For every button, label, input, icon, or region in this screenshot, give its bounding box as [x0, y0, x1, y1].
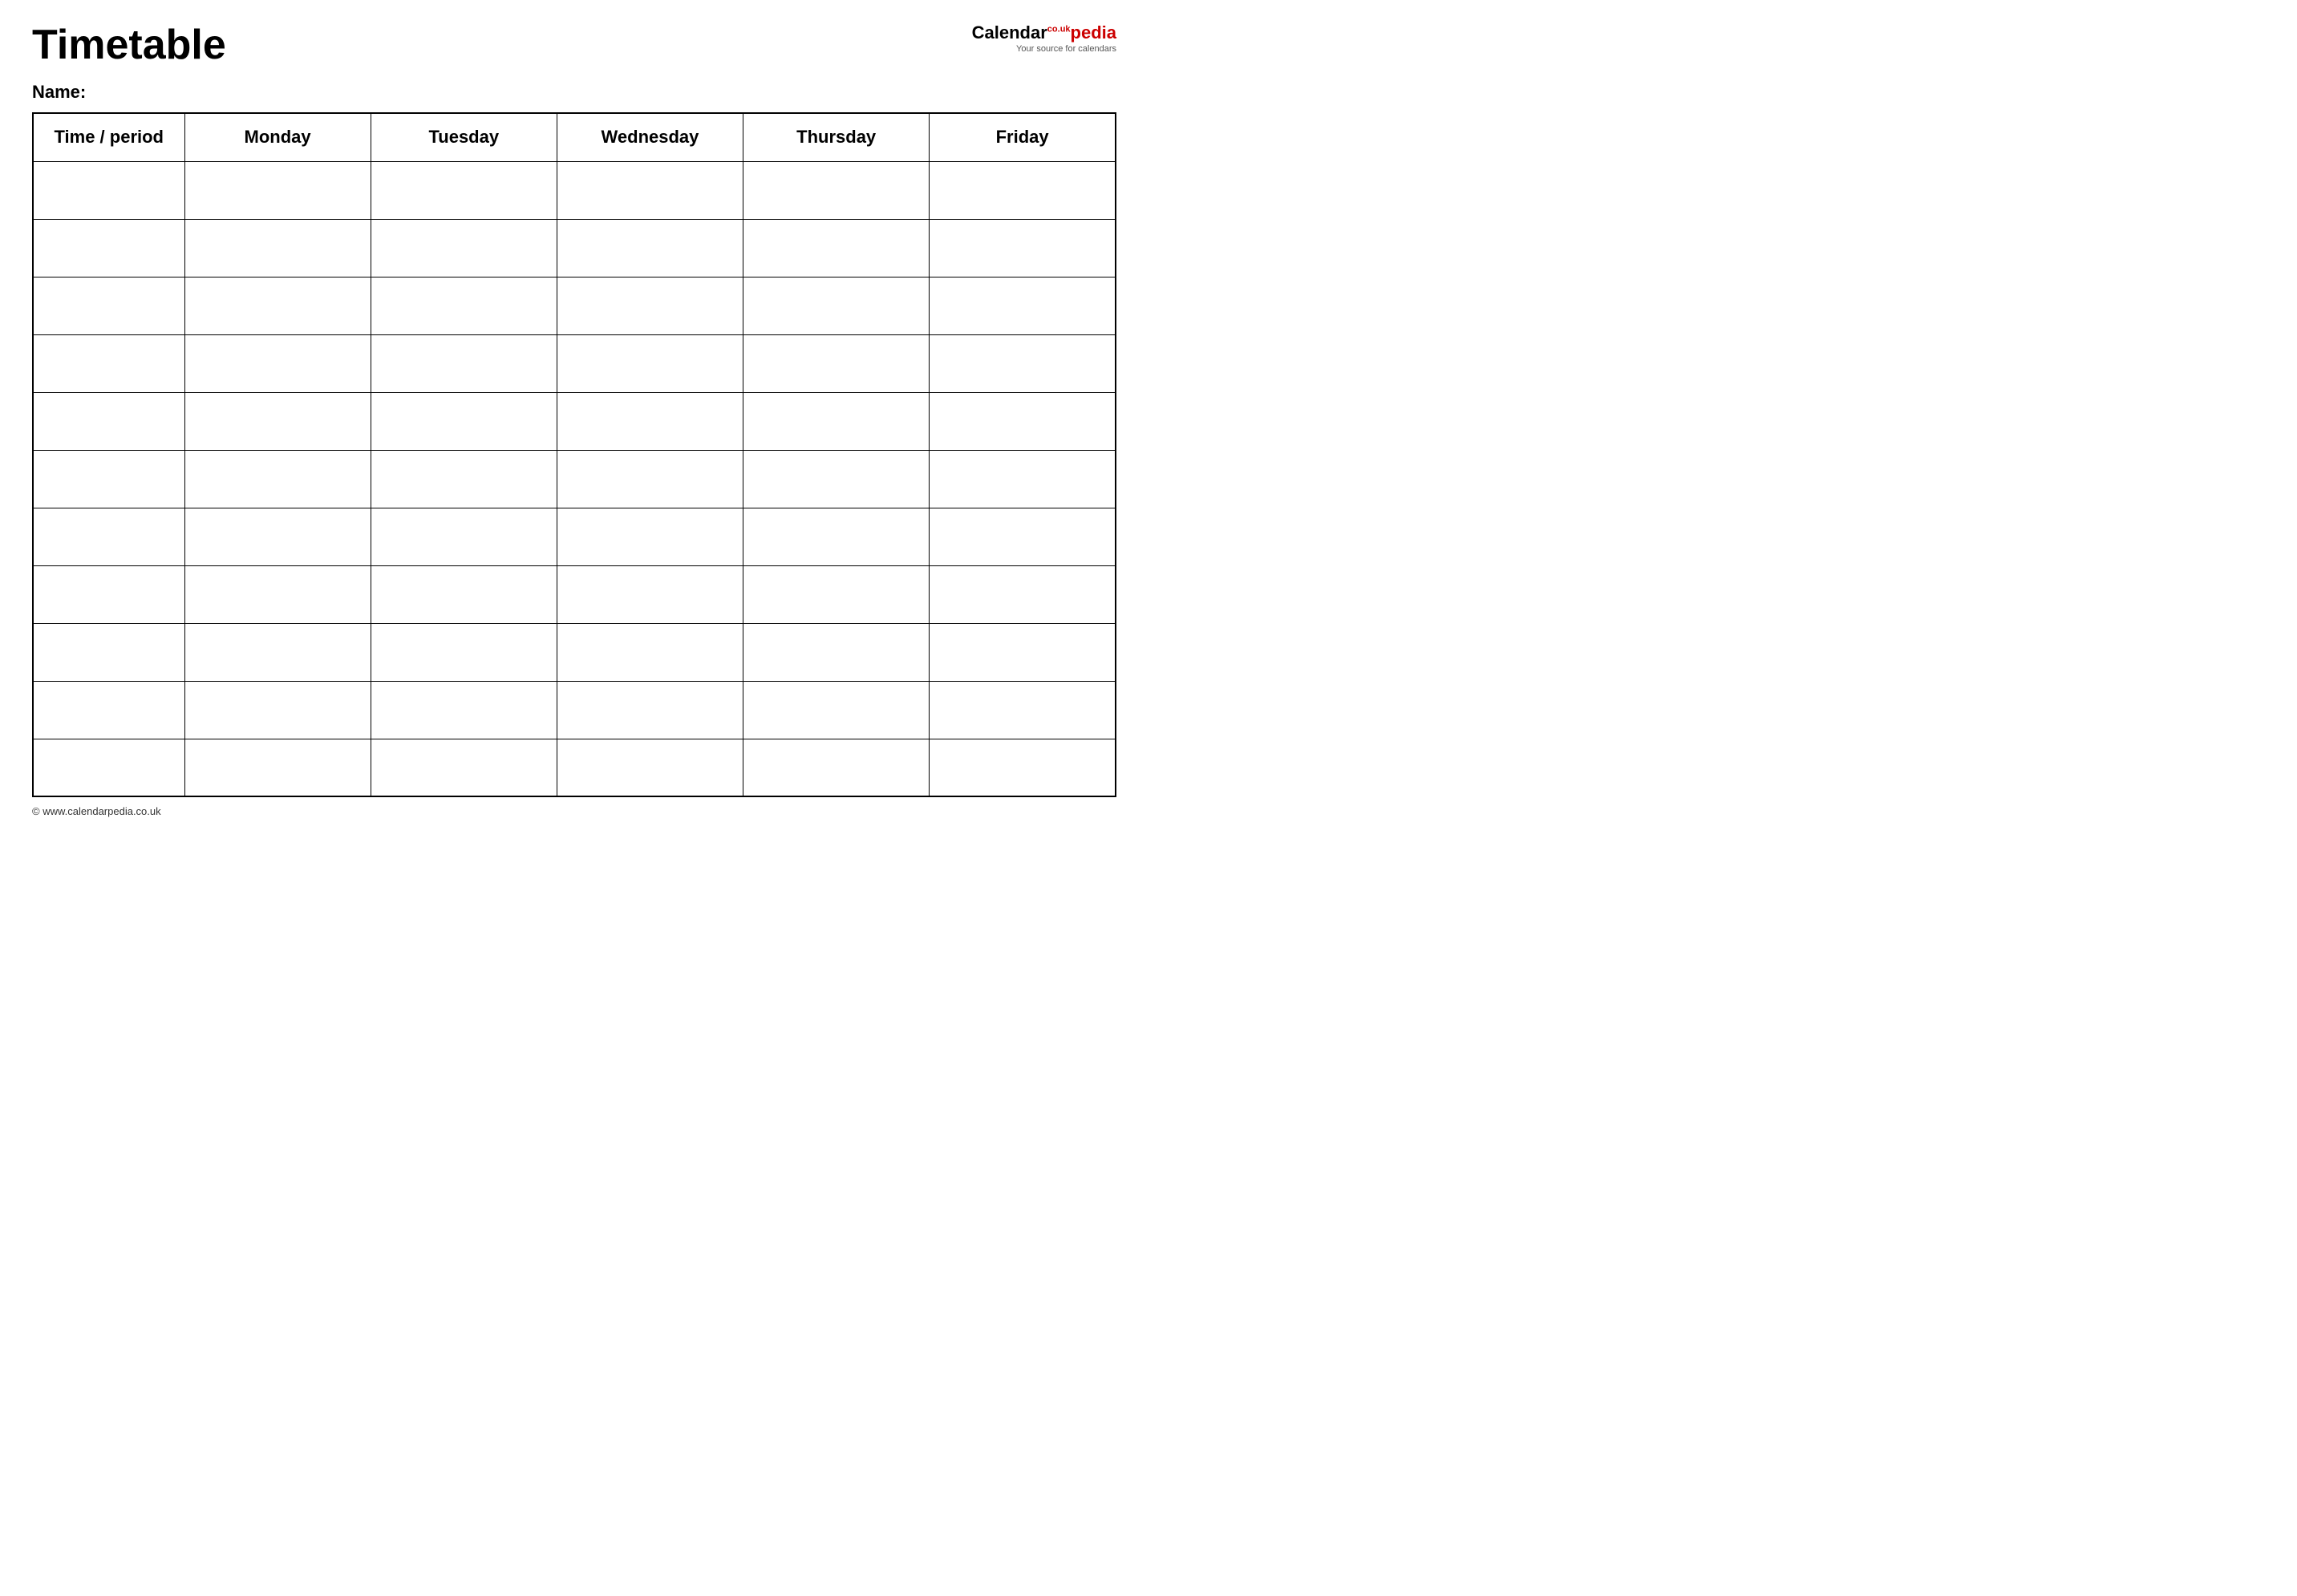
day-cell[interactable] — [184, 508, 371, 565]
table-row — [33, 277, 1116, 334]
day-cell[interactable] — [184, 450, 371, 508]
logo-tagline: Your source for calendars — [1016, 44, 1116, 54]
day-cell[interactable] — [743, 739, 930, 796]
day-cell[interactable] — [930, 219, 1116, 277]
day-cell[interactable] — [557, 334, 743, 392]
day-cell[interactable] — [184, 277, 371, 334]
day-cell[interactable] — [184, 161, 371, 219]
day-cell[interactable] — [371, 623, 557, 681]
day-cell[interactable] — [930, 623, 1116, 681]
day-cell[interactable] — [371, 739, 557, 796]
time-cell[interactable] — [33, 277, 184, 334]
day-cell[interactable] — [743, 681, 930, 739]
day-cell[interactable] — [557, 277, 743, 334]
logo-text: Calendarco.ukpedia — [972, 24, 1116, 42]
header-tuesday: Tuesday — [371, 113, 557, 161]
day-cell[interactable] — [371, 161, 557, 219]
day-cell[interactable] — [743, 565, 930, 623]
day-cell[interactable] — [557, 623, 743, 681]
day-cell[interactable] — [371, 450, 557, 508]
day-cell[interactable] — [743, 623, 930, 681]
table-row — [33, 392, 1116, 450]
day-cell[interactable] — [371, 334, 557, 392]
day-cell[interactable] — [184, 623, 371, 681]
time-cell[interactable] — [33, 739, 184, 796]
day-cell[interactable] — [930, 681, 1116, 739]
day-cell[interactable] — [557, 161, 743, 219]
header-area: Timetable Calendarco.ukpedia Your source… — [32, 24, 1116, 66]
time-cell[interactable] — [33, 334, 184, 392]
day-cell[interactable] — [930, 739, 1116, 796]
logo-calendar: Calendar — [972, 22, 1047, 43]
table-row — [33, 219, 1116, 277]
name-label: Name: — [32, 82, 1116, 103]
table-row — [33, 623, 1116, 681]
day-cell[interactable] — [371, 277, 557, 334]
footer-url: www.calendarpedia.co.uk — [43, 805, 160, 817]
time-cell[interactable] — [33, 623, 184, 681]
day-cell[interactable] — [371, 508, 557, 565]
day-cell[interactable] — [371, 392, 557, 450]
day-cell[interactable] — [184, 565, 371, 623]
time-cell[interactable] — [33, 219, 184, 277]
timetable: Time / period Monday Tuesday Wednesday T… — [32, 112, 1116, 797]
day-cell[interactable] — [371, 219, 557, 277]
day-cell[interactable] — [930, 508, 1116, 565]
table-row — [33, 334, 1116, 392]
page-title: Timetable — [32, 24, 226, 66]
time-cell[interactable] — [33, 450, 184, 508]
time-cell[interactable] — [33, 392, 184, 450]
day-cell[interactable] — [743, 219, 930, 277]
day-cell[interactable] — [184, 334, 371, 392]
day-cell[interactable] — [184, 219, 371, 277]
table-header-row: Time / period Monday Tuesday Wednesday T… — [33, 113, 1116, 161]
day-cell[interactable] — [930, 161, 1116, 219]
day-cell[interactable] — [930, 450, 1116, 508]
day-cell[interactable] — [557, 739, 743, 796]
day-cell[interactable] — [557, 508, 743, 565]
table-row — [33, 681, 1116, 739]
day-cell[interactable] — [930, 334, 1116, 392]
day-cell[interactable] — [743, 450, 930, 508]
day-cell[interactable] — [930, 565, 1116, 623]
day-cell[interactable] — [371, 681, 557, 739]
day-cell[interactable] — [557, 450, 743, 508]
time-cell[interactable] — [33, 161, 184, 219]
table-row — [33, 450, 1116, 508]
header-wednesday: Wednesday — [557, 113, 743, 161]
day-cell[interactable] — [184, 392, 371, 450]
day-cell[interactable] — [743, 161, 930, 219]
day-cell[interactable] — [557, 565, 743, 623]
footer: © www.calendarpedia.co.uk — [32, 805, 1116, 817]
time-cell[interactable] — [33, 508, 184, 565]
header-time-period: Time / period — [33, 113, 184, 161]
day-cell[interactable] — [743, 277, 930, 334]
day-cell[interactable] — [557, 392, 743, 450]
table-row — [33, 565, 1116, 623]
day-cell[interactable] — [930, 392, 1116, 450]
logo-pedia: co.ukpedia — [1047, 22, 1116, 43]
logo-couk: co.uk — [1047, 25, 1071, 34]
header-monday: Monday — [184, 113, 371, 161]
logo-area: Calendarco.ukpedia Your source for calen… — [972, 24, 1116, 54]
day-cell[interactable] — [743, 392, 930, 450]
time-cell[interactable] — [33, 681, 184, 739]
table-row — [33, 161, 1116, 219]
day-cell[interactable] — [371, 565, 557, 623]
day-cell[interactable] — [743, 508, 930, 565]
day-cell[interactable] — [743, 334, 930, 392]
day-cell[interactable] — [557, 681, 743, 739]
header-friday: Friday — [930, 113, 1116, 161]
day-cell[interactable] — [557, 219, 743, 277]
day-cell[interactable] — [184, 681, 371, 739]
table-row — [33, 508, 1116, 565]
header-thursday: Thursday — [743, 113, 930, 161]
day-cell[interactable] — [930, 277, 1116, 334]
table-row — [33, 739, 1116, 796]
day-cell[interactable] — [184, 739, 371, 796]
time-cell[interactable] — [33, 565, 184, 623]
